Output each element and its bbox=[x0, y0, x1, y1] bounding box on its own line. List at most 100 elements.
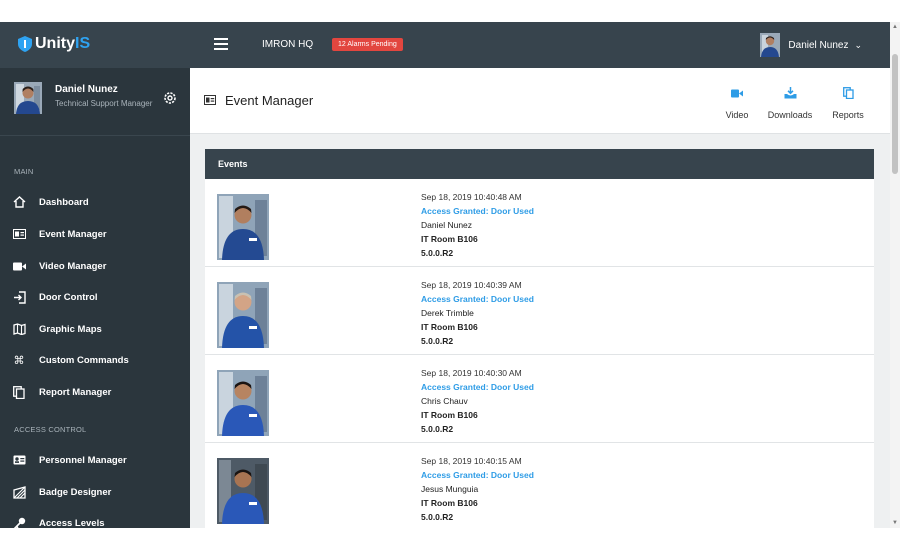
sidebar-item-personnel-manager[interactable]: Personnel Manager bbox=[0, 448, 190, 472]
event-type[interactable]: Access Granted: Door Used bbox=[421, 380, 534, 394]
video-button[interactable]: Video bbox=[707, 84, 767, 120]
person-photo bbox=[217, 458, 269, 524]
event-person: Derek Trimble bbox=[421, 308, 474, 318]
event-timestamp: Sep 18, 2019 10:40:30 AM bbox=[421, 368, 522, 378]
report-icon bbox=[12, 385, 26, 399]
home-icon bbox=[12, 195, 26, 209]
event-icon bbox=[12, 227, 26, 241]
sidebar-item-label: Graphic Maps bbox=[39, 323, 102, 335]
event-icon bbox=[204, 95, 216, 105]
sidebar-item-graphic-maps[interactable]: Graphic Maps bbox=[0, 317, 190, 341]
section-main-label: MAIN bbox=[14, 167, 34, 176]
event-person: Daniel Nunez bbox=[421, 220, 473, 230]
sidebar-item-label: Dashboard bbox=[39, 196, 89, 208]
sidebar-item-badge-designer[interactable]: Badge Designer bbox=[0, 480, 190, 504]
event-location: IT Room B106 bbox=[421, 322, 478, 332]
app-logo[interactable]: Unity IS bbox=[18, 35, 90, 53]
sidebar-item-label: Video Manager bbox=[39, 260, 107, 272]
vertical-scrollbar[interactable]: ▲ ▼ bbox=[890, 22, 900, 528]
event-type[interactable]: Access Granted: Door Used bbox=[421, 292, 534, 306]
event-person: Chris Chauv bbox=[421, 396, 468, 406]
video-button-label: Video bbox=[725, 110, 749, 120]
event-location: IT Room B106 bbox=[421, 498, 478, 508]
avatar bbox=[14, 82, 42, 114]
event-timestamp: Sep 18, 2019 10:40:48 AM bbox=[421, 192, 522, 202]
sidebar-item-label: Custom Commands bbox=[39, 354, 129, 366]
event-row[interactable]: Sep 18, 2019 10:40:39 AM Access Granted:… bbox=[205, 267, 874, 355]
menu-toggle-icon[interactable] bbox=[214, 38, 228, 50]
event-row[interactable]: Sep 18, 2019 10:40:15 AM Access Granted:… bbox=[205, 443, 874, 528]
sidebar-item-video-manager[interactable]: Video Manager bbox=[0, 254, 190, 278]
badge-icon bbox=[12, 485, 26, 499]
reports-button[interactable]: Reports bbox=[818, 84, 878, 120]
downloads-button-label: Downloads bbox=[767, 110, 813, 120]
event-row[interactable]: Sep 18, 2019 10:40:48 AM Access Granted:… bbox=[205, 179, 874, 267]
copy-icon bbox=[818, 84, 878, 102]
sidebar-item-access-levels[interactable]: Access Levels bbox=[0, 511, 190, 528]
events-panel-title: Events bbox=[205, 149, 874, 179]
map-icon bbox=[12, 322, 26, 336]
site-name[interactable]: IMRON HQ bbox=[262, 39, 313, 50]
event-location: IT Room B106 bbox=[421, 410, 478, 420]
profile-card: Daniel Nunez Technical Support Manager bbox=[0, 68, 190, 136]
profile-name: Daniel Nunez bbox=[55, 84, 118, 95]
scrollbar-thumb[interactable] bbox=[892, 54, 898, 174]
event-row[interactable]: Sep 18, 2019 10:40:30 AM Access Granted:… bbox=[205, 355, 874, 443]
door-icon bbox=[12, 290, 26, 304]
sidebar-item-label: Badge Designer bbox=[39, 486, 112, 498]
page-title: Event Manager bbox=[225, 93, 314, 108]
event-details: Sep 18, 2019 10:40:39 AM Access Granted:… bbox=[421, 278, 534, 348]
scroll-down-icon[interactable]: ▼ bbox=[892, 520, 898, 526]
logo-text: Unity bbox=[35, 35, 75, 52]
event-location: IT Room B106 bbox=[421, 234, 478, 244]
reports-button-label: Reports bbox=[832, 110, 864, 120]
section-access-control-label: ACCESS CONTROL bbox=[14, 425, 87, 434]
person-photo bbox=[217, 194, 269, 260]
app-window: Unity IS IMRON HQ 12 Alarms Pending Danie… bbox=[0, 22, 890, 528]
events-panel: Events Sep 18, 2019 10:40:48 AM Access G… bbox=[205, 149, 874, 528]
event-timestamp: Sep 18, 2019 10:40:39 AM bbox=[421, 280, 522, 290]
person-photo bbox=[217, 282, 269, 348]
page-header: Event Manager Video Downloads Reports bbox=[190, 68, 890, 134]
user-menu[interactable]: Daniel Nunez ⌄ bbox=[760, 33, 862, 57]
event-type[interactable]: Access Granted: Door Used bbox=[421, 204, 534, 218]
downloads-button[interactable]: Downloads bbox=[760, 84, 820, 120]
logo-accent-text: IS bbox=[75, 35, 91, 52]
key-icon bbox=[12, 516, 26, 528]
chevron-down-icon: ⌄ bbox=[854, 39, 862, 50]
sidebar-item-label: Report Manager bbox=[39, 386, 112, 398]
sidebar-item-door-control[interactable]: Door Control bbox=[0, 285, 190, 309]
scroll-up-icon[interactable]: ▲ bbox=[892, 24, 898, 30]
event-details: Sep 18, 2019 10:40:15 AM Access Granted:… bbox=[421, 454, 534, 524]
event-type[interactable]: Access Granted: Door Used bbox=[421, 468, 534, 482]
alarms-badge[interactable]: 12 Alarms Pending bbox=[332, 38, 403, 51]
id-card-icon bbox=[12, 453, 26, 467]
sidebar-item-label: Access Levels bbox=[39, 517, 105, 529]
top-bar: Unity IS IMRON HQ 12 Alarms Pending Danie… bbox=[0, 22, 890, 68]
sidebar-item-label: Personnel Manager bbox=[39, 454, 127, 466]
command-icon: ⌘ bbox=[13, 354, 25, 367]
event-version: 5.0.0.R2 bbox=[421, 336, 454, 346]
profile-role: Technical Support Manager bbox=[55, 99, 153, 108]
main-content: Event Manager Video Downloads Reports Ev… bbox=[190, 68, 890, 528]
event-version: 5.0.0.R2 bbox=[421, 248, 454, 258]
avatar bbox=[760, 33, 781, 57]
event-version: 5.0.0.R2 bbox=[421, 512, 454, 522]
user-name: Daniel Nunez bbox=[788, 39, 849, 51]
sidebar: Daniel Nunez Technical Support Manager M… bbox=[0, 68, 190, 528]
gear-icon[interactable] bbox=[163, 91, 177, 105]
person-photo bbox=[217, 370, 269, 436]
sidebar-item-dashboard[interactable]: Dashboard bbox=[0, 190, 190, 214]
video-camera-icon bbox=[707, 84, 767, 102]
sidebar-item-label: Event Manager bbox=[39, 228, 107, 240]
event-timestamp: Sep 18, 2019 10:40:15 AM bbox=[421, 456, 522, 466]
shield-icon bbox=[18, 36, 32, 52]
event-details: Sep 18, 2019 10:40:30 AM Access Granted:… bbox=[421, 366, 534, 436]
sidebar-item-event-manager[interactable]: Event Manager bbox=[0, 222, 190, 246]
download-icon bbox=[760, 84, 820, 102]
event-details: Sep 18, 2019 10:40:48 AM Access Granted:… bbox=[421, 190, 534, 260]
sidebar-item-report-manager[interactable]: Report Manager bbox=[0, 380, 190, 404]
event-person: Jesus Munguia bbox=[421, 484, 479, 494]
video-camera-icon bbox=[12, 259, 26, 273]
sidebar-item-custom-commands[interactable]: ⌘ Custom Commands bbox=[0, 348, 190, 372]
